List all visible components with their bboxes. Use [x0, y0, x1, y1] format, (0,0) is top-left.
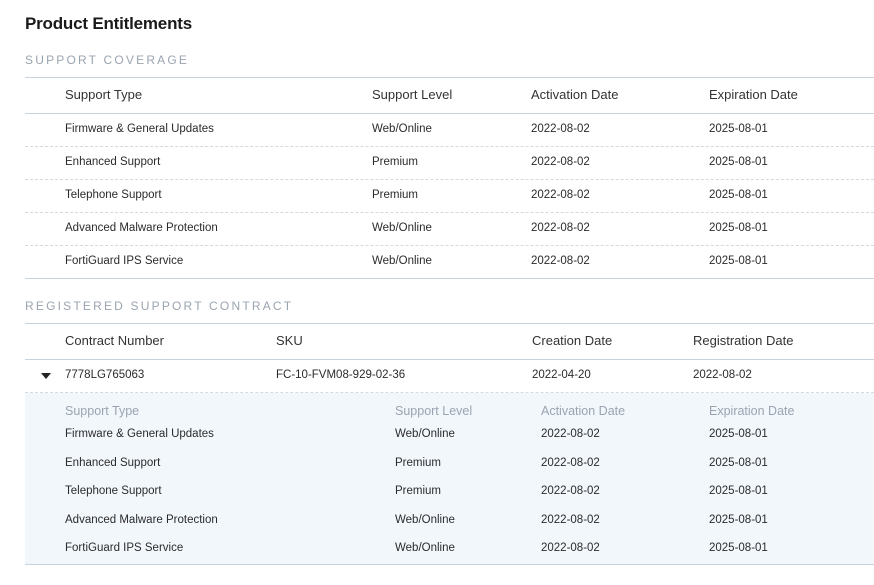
cell-creation-date: 2022-04-20 [532, 369, 591, 381]
cell-support-type: Enhanced Support [65, 156, 161, 168]
detail-expiration-date: 2025-08-01 [709, 428, 768, 440]
cell-support-level: Web/Online [372, 222, 432, 234]
detail-support-level: Premium [395, 485, 442, 498]
list-item: FortiGuard IPS Service Web/Online 2022-0… [25, 535, 874, 564]
cell-activation-date: 2022-08-02 [531, 156, 590, 168]
detail-activation-date: 2022-08-02 [541, 485, 600, 498]
detail-header-expiration-date: Expiration Date [709, 404, 795, 418]
cell-expiration-date: 2025-08-01 [709, 255, 768, 267]
product-entitlements-page: Product Entitlements SUPPORT COVERAGE Su… [0, 0, 874, 585]
header-registration-date[interactable]: Registration Date [693, 333, 793, 348]
detail-support-type: Telephone Support [65, 485, 162, 498]
cell-expiration-date: 2025-08-01 [709, 156, 768, 168]
cell-support-type: Telephone Support [65, 189, 162, 201]
detail-support-level: Premium [395, 456, 442, 469]
cell-support-type: Firmware & General Updates [65, 123, 214, 135]
cell-expiration-date: 2025-08-01 [709, 123, 768, 135]
cell-support-level: Web/Online [372, 255, 432, 267]
cell-expiration-date: 2025-08-01 [709, 189, 768, 201]
list-item: Enhanced Support Premium 2022-08-02 2025… [25, 450, 874, 479]
detail-header-support-level: Support Level [395, 404, 473, 418]
detail-support-type: FortiGuard IPS Service [65, 542, 184, 555]
table-row: FortiGuard IPS Service Web/Online 2022-0… [25, 246, 874, 279]
detail-support-type: Advanced Malware Protection [65, 513, 218, 526]
detail-activation-date: 2022-08-02 [541, 428, 600, 440]
cell-sku: FC-10-FVM08-929-02-36 [276, 369, 406, 381]
registered-contract-title: REGISTERED SUPPORT CONTRACT [25, 299, 294, 313]
detail-support-level: Web/Online [395, 513, 455, 526]
cell-support-level: Premium [372, 156, 419, 168]
support-coverage-table: Support Type Support Level Activation Da… [25, 77, 874, 279]
list-item: Firmware & General Updates Web/Online 20… [25, 421, 874, 450]
list-item: Telephone Support Premium 2022-08-02 202… [25, 478, 874, 507]
header-support-type[interactable]: Support Type [65, 87, 142, 102]
detail-support-level: Web/Online [395, 428, 455, 440]
list-item: Advanced Malware Protection Web/Online 2… [25, 507, 874, 536]
table-row: Advanced Malware Protection Web/Online 2… [25, 213, 874, 246]
cell-activation-date: 2022-08-02 [531, 189, 590, 201]
contract-header: Contract Number SKU Creation Date Regist… [25, 323, 874, 360]
cell-support-type: Advanced Malware Protection [65, 222, 218, 234]
cell-contract-number: 7778LG765063 [65, 369, 145, 381]
contract-details-header: Support Type Support Level Activation Da… [25, 393, 874, 421]
header-sku[interactable]: SKU [276, 333, 303, 348]
table-row: Telephone Support Premium 2022-08-02 202… [25, 180, 874, 213]
detail-expiration-date: 2025-08-01 [709, 456, 768, 469]
detail-header-activation-date: Activation Date [541, 404, 626, 418]
header-activation-date[interactable]: Activation Date [531, 87, 618, 102]
contract-details-panel: Support Type Support Level Activation Da… [25, 393, 874, 565]
detail-activation-date: 2022-08-02 [541, 542, 600, 555]
cell-activation-date: 2022-08-02 [531, 123, 590, 135]
cell-activation-date: 2022-08-02 [531, 222, 590, 234]
table-row: Firmware & General Updates Web/Online 20… [25, 114, 874, 147]
detail-expiration-date: 2025-08-01 [709, 542, 768, 555]
cell-support-level: Web/Online [372, 123, 432, 135]
table-row: Enhanced Support Premium 2022-08-02 2025… [25, 147, 874, 180]
support-coverage-title: SUPPORT COVERAGE [25, 53, 190, 67]
contract-row[interactable]: 7778LG765063 FC-10-FVM08-929-02-36 2022-… [25, 360, 874, 393]
cell-activation-date: 2022-08-02 [531, 255, 590, 267]
detail-activation-date: 2022-08-02 [541, 456, 600, 469]
detail-support-type: Enhanced Support [65, 456, 161, 469]
caret-down-icon[interactable] [41, 373, 51, 379]
header-support-level[interactable]: Support Level [372, 87, 452, 102]
cell-registration-date: 2022-08-02 [693, 369, 752, 381]
header-expiration-date[interactable]: Expiration Date [709, 87, 798, 102]
detail-support-type: Firmware & General Updates [65, 428, 214, 440]
support-coverage-header: Support Type Support Level Activation Da… [25, 77, 874, 114]
detail-support-level: Web/Online [395, 542, 455, 555]
cell-support-type: FortiGuard IPS Service [65, 255, 184, 267]
detail-expiration-date: 2025-08-01 [709, 513, 768, 526]
page-title: Product Entitlements [25, 14, 192, 33]
cell-expiration-date: 2025-08-01 [709, 222, 768, 234]
detail-header-support-type: Support Type [65, 404, 140, 418]
registered-contract-table: Contract Number SKU Creation Date Regist… [25, 323, 874, 393]
cell-support-level: Premium [372, 189, 419, 201]
detail-expiration-date: 2025-08-01 [709, 485, 768, 498]
header-contract-number[interactable]: Contract Number [65, 333, 164, 348]
header-creation-date[interactable]: Creation Date [532, 333, 612, 348]
detail-activation-date: 2022-08-02 [541, 513, 600, 526]
